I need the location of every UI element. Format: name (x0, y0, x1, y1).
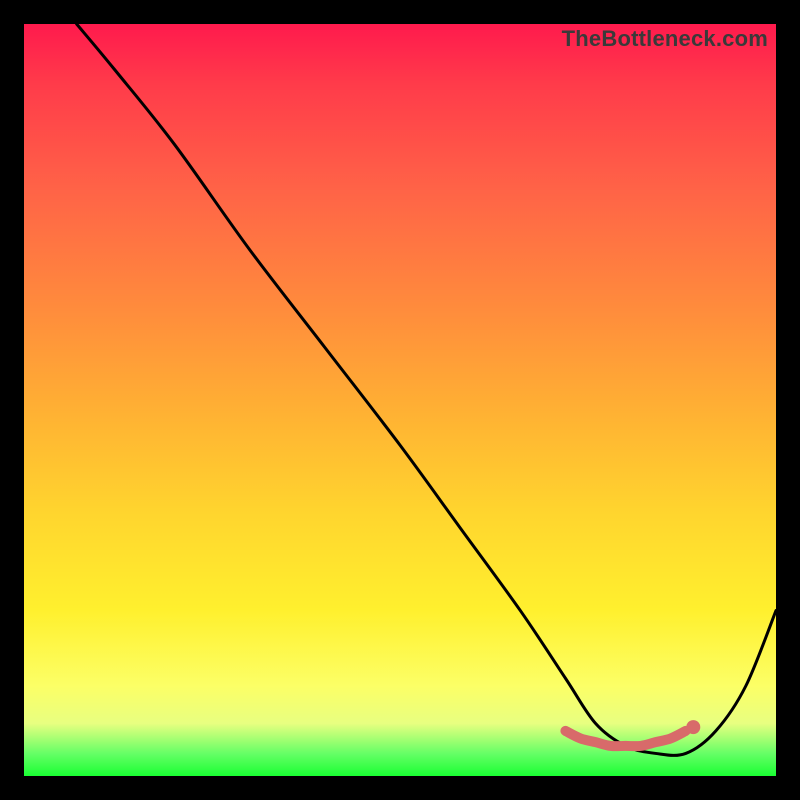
marker-dot (686, 720, 700, 734)
chart-svg (24, 24, 776, 776)
chart-plot-area: TheBottleneck.com (24, 24, 776, 776)
marker-band (565, 731, 685, 746)
chart-frame: TheBottleneck.com (0, 0, 800, 800)
bottleneck-curve (77, 24, 776, 755)
